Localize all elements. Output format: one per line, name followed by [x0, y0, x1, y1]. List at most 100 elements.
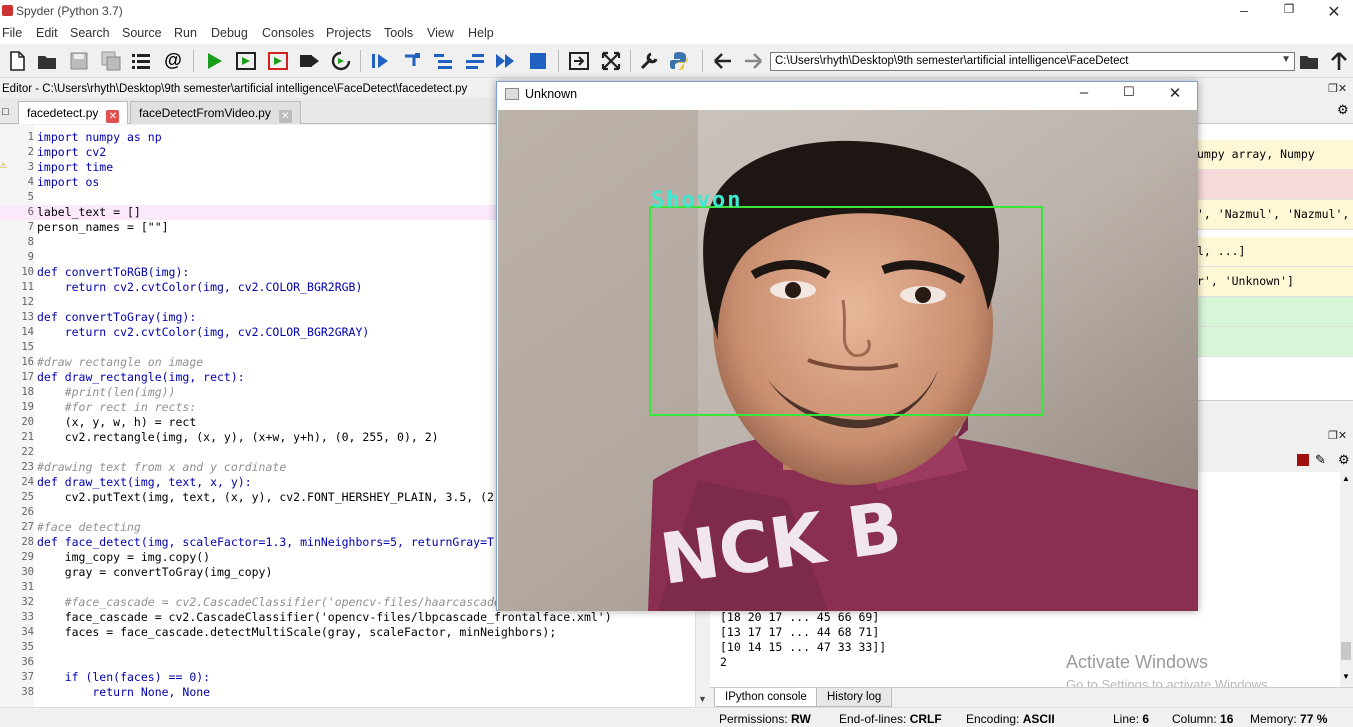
variable-row[interactable]: [1197, 327, 1353, 357]
undock-console-icon[interactable]: ❐✕: [1328, 429, 1347, 442]
code-text: return cv2.cvtColor(img, cv2.COLOR_BGR2G…: [37, 325, 370, 339]
back-arrow-icon[interactable]: [712, 50, 734, 72]
variable-row[interactable]: l, ...]: [1197, 237, 1353, 267]
code-text: import numpy as np: [37, 130, 162, 144]
maximize-pane-icon[interactable]: [568, 50, 590, 72]
variable-row[interactable]: [1197, 170, 1353, 200]
line-number: 21: [21, 431, 34, 443]
close-icon[interactable]: ✕: [1324, 2, 1344, 22]
line-number: 16: [21, 356, 34, 368]
scroll-down-icon[interactable]: ▼: [698, 694, 707, 704]
forward-arrow-icon[interactable]: [742, 50, 764, 72]
clear-console-icon[interactable]: ✎: [1315, 452, 1326, 468]
menu-search[interactable]: Search: [70, 26, 110, 40]
gear-icon[interactable]: ⚙: [1337, 102, 1349, 118]
continue-icon[interactable]: [494, 50, 516, 72]
line-number: 10: [21, 266, 34, 278]
menu-debug[interactable]: Debug: [211, 26, 248, 40]
console-gear-icon[interactable]: ⚙: [1338, 452, 1350, 468]
code-text: return None, None: [37, 685, 211, 699]
python-path-icon[interactable]: [668, 50, 690, 72]
line-number: 18: [21, 386, 34, 398]
step-into-icon[interactable]: [432, 50, 454, 72]
variable-row[interactable]: ', 'Nazmul', 'Nazmul',: [1197, 200, 1353, 230]
undock-icon[interactable]: ❐✕: [1328, 82, 1347, 95]
code-line[interactable]: 38 return None, None: [0, 685, 710, 700]
code-line[interactable]: 34 faces = face_cascade.detectMultiScale…: [0, 625, 710, 640]
menu-consoles[interactable]: Consoles: [262, 26, 314, 40]
line-number: 33: [21, 611, 34, 623]
tab-ipython-console[interactable]: IPython console: [714, 688, 818, 707]
menu-source[interactable]: Source: [122, 26, 162, 40]
code-line[interactable]: 33 face_cascade = cv2.CascadeClassifier(…: [0, 610, 710, 625]
close-tab-icon[interactable]: ✕: [278, 110, 292, 123]
line-number: 2: [27, 146, 34, 158]
popup-close-icon[interactable]: ✕: [1160, 84, 1190, 106]
at-symbol-icon[interactable]: @: [162, 50, 184, 72]
open-folder-icon[interactable]: [36, 50, 58, 72]
tab-browse-icon[interactable]: □: [2, 106, 9, 118]
console-header: ❐✕ ✎ ⚙: [1197, 425, 1353, 472]
minimize-icon[interactable]: –: [1234, 2, 1254, 22]
parent-dir-arrow-icon[interactable]: [1328, 50, 1350, 72]
close-tab-icon[interactable]: ✕: [106, 110, 120, 123]
activate-windows-title: Activate Windows: [1066, 652, 1209, 672]
rerun-icon[interactable]: [330, 50, 352, 72]
line-status: Line: 6: [1113, 712, 1150, 726]
browse-folder-icon[interactable]: [1298, 50, 1320, 72]
code-text: import os: [37, 175, 100, 189]
line-number: 17: [21, 371, 34, 383]
menu-projects[interactable]: Projects: [326, 26, 371, 40]
popup-minimize-icon[interactable]: –: [1069, 84, 1099, 106]
console-scrollbar[interactable]: ▲ ▼: [1340, 472, 1353, 687]
debug-icon[interactable]: [369, 50, 391, 72]
stop-debug-icon[interactable]: [527, 50, 549, 72]
tab-facedetect[interactable]: facedetect.py ✕: [18, 101, 129, 124]
menu-help[interactable]: Help: [468, 26, 494, 40]
code-line[interactable]: 35: [0, 640, 710, 655]
run-cell-advance-icon[interactable]: [267, 50, 289, 72]
wrench-icon[interactable]: [638, 50, 660, 72]
scroll-thumb[interactable]: [1341, 642, 1351, 660]
code-line[interactable]: 37 if (len(faces) == 0):: [0, 670, 710, 685]
run-cell-icon[interactable]: [235, 50, 257, 72]
outline-list-icon[interactable]: [130, 50, 152, 72]
permissions-status: Permissions: RW: [719, 712, 811, 726]
working-directory-input[interactable]: C:\Users\rhyth\Desktop\9th semester\arti…: [770, 52, 1295, 71]
run-icon[interactable]: [203, 50, 225, 72]
menu-view[interactable]: View: [427, 26, 454, 40]
face-photo: NCK B Shovon: [498, 110, 1198, 611]
variable-row[interactable]: [1197, 297, 1353, 327]
save-icon[interactable]: [68, 50, 90, 72]
scroll-down-icon[interactable]: ▼: [1342, 672, 1350, 681]
code-text: cv2.rectangle(img, (x, y), (x+w, y+h), (…: [37, 430, 439, 444]
stop-console-icon[interactable]: [1297, 454, 1309, 466]
encoding-status: Encoding: ASCII: [966, 712, 1055, 726]
run-selection-icon[interactable]: [298, 50, 320, 72]
line-number: 15: [21, 341, 34, 353]
fullscreen-icon[interactable]: [600, 50, 622, 72]
tab-history-log[interactable]: History log: [816, 688, 893, 707]
chevron-down-icon[interactable]: ▼: [1281, 54, 1291, 65]
save-all-icon[interactable]: [100, 50, 122, 72]
menu-tools[interactable]: Tools: [384, 26, 413, 40]
code-text: def draw_text(img, text, x, y):: [37, 475, 252, 489]
line-number: 27: [21, 521, 34, 533]
menu-edit[interactable]: Edit: [36, 26, 58, 40]
tab-facedetectfromvideo[interactable]: faceDetectFromVideo.py ✕: [130, 101, 301, 124]
code-text: def convertToGray(img):: [37, 310, 197, 324]
scroll-up-icon[interactable]: ▲: [1342, 474, 1350, 483]
variable-row[interactable]: r', 'Unknown']: [1197, 267, 1353, 297]
popup-maximize-icon[interactable]: ☐: [1114, 84, 1144, 106]
code-line[interactable]: 36: [0, 655, 710, 670]
variable-row[interactable]: umpy array, Numpy: [1197, 140, 1353, 170]
step-return-icon[interactable]: [464, 50, 486, 72]
maximize-icon[interactable]: ❐: [1279, 2, 1299, 22]
step-icon[interactable]: [401, 50, 423, 72]
face-label: Shovon: [651, 188, 742, 213]
line-number: 4: [27, 176, 34, 188]
spyder-logo-icon: [2, 5, 13, 16]
menu-run[interactable]: Run: [174, 26, 197, 40]
new-file-icon[interactable]: [6, 50, 28, 72]
menu-file[interactable]: File: [2, 26, 22, 40]
